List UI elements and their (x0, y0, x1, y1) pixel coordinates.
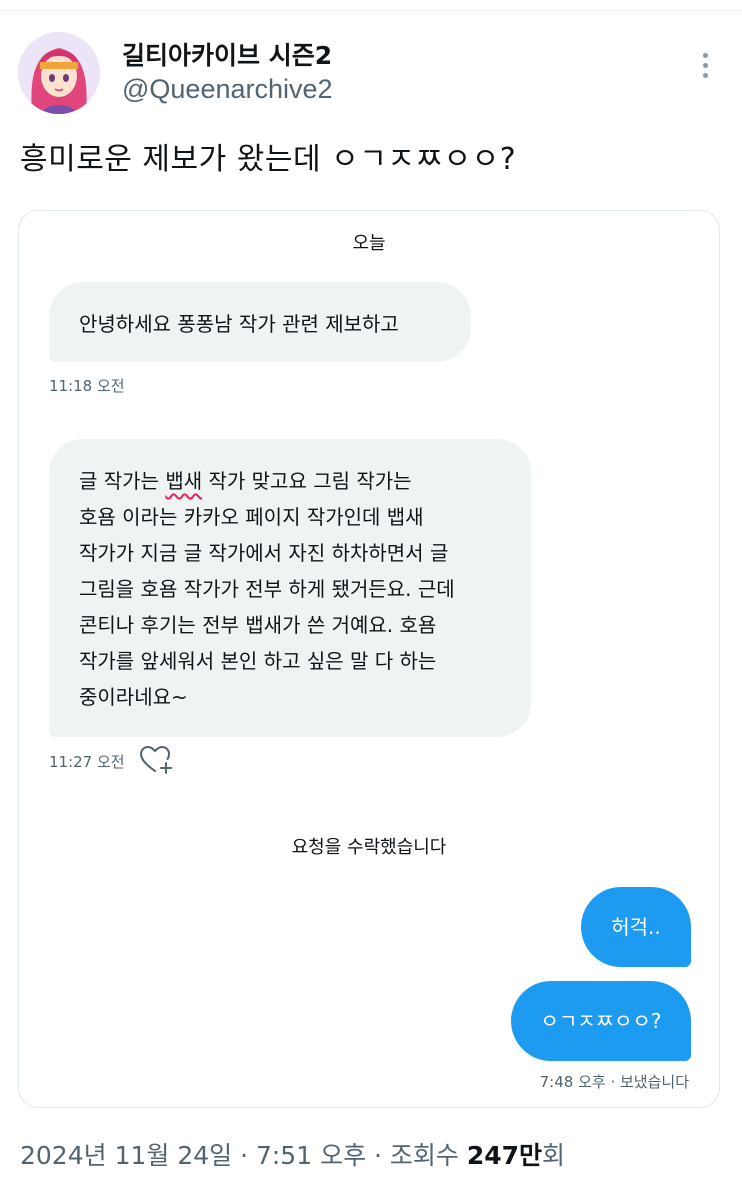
message-line: 콘티나 후기는 전부 뱁새가 쓴 거예요. 호욤 (79, 613, 437, 637)
display-name[interactable]: 길티아카이브 시즌2 (122, 36, 332, 72)
sent-message-bubble: ㅇㄱㅈㅉㅇㅇ? (511, 981, 691, 1061)
sent-status: 7:48 오후 · 보냈습니다 (539, 1073, 689, 1091)
message-line: 중이라네요~ (79, 685, 188, 709)
message-text: ㅇㄱㅈㅉㅇㅇ? (540, 1009, 662, 1033)
view-count-suffix: 회 (542, 1141, 566, 1170)
message-timestamp: 11:18 오전 (49, 377, 125, 395)
more-dot (702, 62, 708, 68)
received-message-bubble: 글 작가는 뱁새 작가 맞고요 그림 작가는 호욤 이라는 카카오 페이지 작가… (49, 439, 531, 737)
system-message: 요청을 수락했습니다 (291, 837, 447, 858)
message-line: 그림을 호욤 작가가 전부 하게 됐거든요. 근데 (79, 577, 455, 601)
message-timestamp: 11:27 오전 (49, 753, 125, 771)
top-divider (0, 10, 742, 11)
sent-message-bubble: 허걱.. (581, 887, 691, 967)
message-text: 허걱.. (611, 915, 661, 939)
more-icon[interactable] (690, 50, 720, 80)
message-line: 글 작가는 뱁새 작가 맞고요 그림 작가는 (79, 463, 501, 499)
more-dot (702, 52, 708, 58)
message-line: 호욤 이라는 카카오 페이지 작가인데 뱁새 (79, 505, 424, 529)
message-text-segment: 글 작가는 (79, 469, 166, 493)
received-message-bubble: 안녕하세요 퐁퐁남 작가 관련 제보하고 (49, 282, 471, 362)
misspelled-word: 뱁새 (165, 469, 203, 493)
tweet-meta: 2024년 11월 24일 · 7:51 오후 · 조회수 247만회 (20, 1136, 565, 1172)
message-text-segment: 작가 맞고요 그림 작가는 (202, 469, 412, 493)
user-handle[interactable]: @Queenarchive2 (122, 74, 333, 105)
tweet-text: 흥미로운 제보가 왔는데 ㅇㄱㅈㅉㅇㅇ? (20, 142, 517, 177)
message-line: 작가가 지금 글 작가에서 자진 하차하면서 글 (79, 541, 449, 565)
date-label: 오늘 (352, 233, 386, 254)
avatar[interactable] (18, 32, 100, 114)
view-count: 247만 (466, 1141, 543, 1170)
avatar-illustration (18, 32, 100, 114)
tweet-timestamp[interactable]: 2024년 11월 24일 · 7:51 오후 · 조회수 (20, 1141, 467, 1170)
message-text: 안녕하세요 퐁퐁남 작가 관련 제보하고 (79, 312, 399, 336)
more-dot (702, 72, 708, 78)
message-line: 작가를 앞세워서 본인 하고 싶은 말 다 하는 (79, 649, 437, 673)
dm-screenshot-card: 오늘 안녕하세요 퐁퐁남 작가 관련 제보하고 11:18 오전 글 작가는 뱁… (18, 210, 720, 1108)
heart-add-icon[interactable] (139, 745, 173, 775)
